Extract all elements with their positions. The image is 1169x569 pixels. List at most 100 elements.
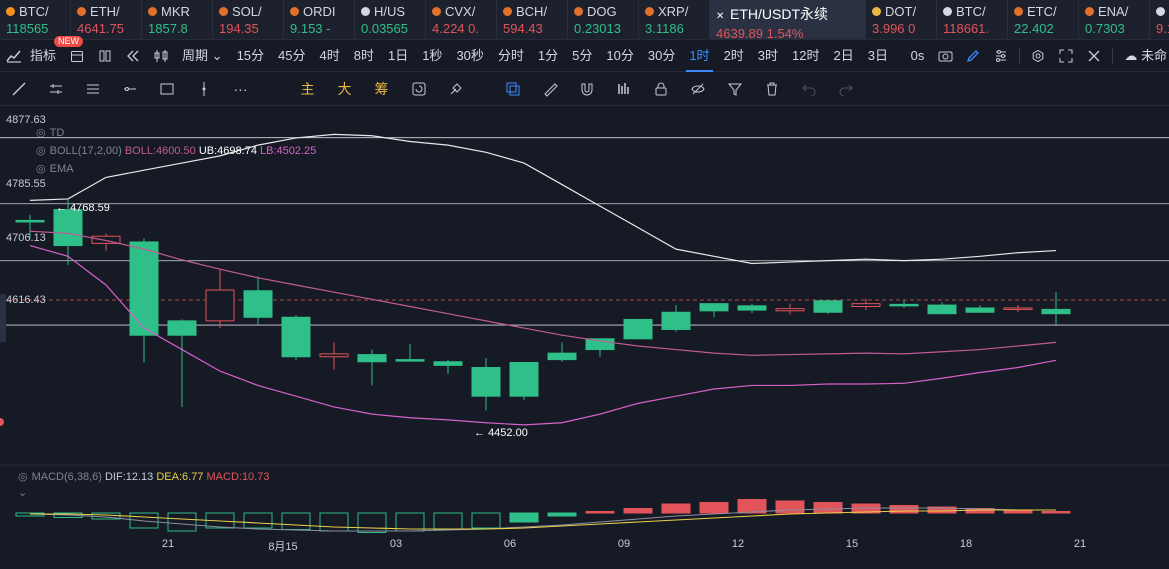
copy-layers-icon[interactable]	[494, 72, 531, 106]
interval-button[interactable]: 4时	[313, 40, 347, 72]
filter-icon[interactable]	[716, 72, 753, 106]
trash-icon[interactable]	[753, 72, 790, 106]
ticker-item[interactable]: ETH/4641.75	[71, 0, 142, 39]
td-label: TD	[49, 127, 65, 139]
interval-button[interactable]: 分时	[491, 40, 531, 72]
interval-button[interactable]: 5分	[565, 40, 599, 72]
interval-button[interactable]: 12时	[785, 40, 826, 72]
candle-body	[661, 311, 691, 330]
interval-button[interactable]: 10分	[599, 40, 640, 72]
period-dropdown[interactable]: 周期 ⌄	[175, 40, 230, 72]
ticker-item[interactable]: OR9.157	[1150, 0, 1169, 39]
candle-body	[965, 307, 995, 313]
ema-legend[interactable]: ◎ EMA	[36, 162, 73, 175]
ticker-item[interactable]: XRP/3.1186	[639, 0, 710, 39]
redo-icon[interactable]	[827, 72, 864, 106]
boll-name: BOLL(17,2,00)	[49, 145, 122, 157]
new-badge: NEW	[54, 35, 83, 47]
rectangle-icon[interactable]	[148, 72, 185, 106]
overlay-mode-button[interactable]: 大	[326, 79, 363, 99]
candlestick-type-icon[interactable]	[147, 40, 175, 72]
replay-icon[interactable]	[400, 72, 437, 106]
channel-icon[interactable]	[74, 72, 111, 106]
macd-legend[interactable]: ◎ MACD(6,38,6) DIF:12.13 DEA:6.77 MACD:10…	[18, 470, 269, 483]
ticker-item[interactable]: CVX/4.224 0.	[426, 0, 497, 39]
interval-button[interactable]: 3时	[751, 40, 785, 72]
interval-button[interactable]: 3日	[861, 40, 895, 72]
ticker-item[interactable]: BTC/118661.	[937, 0, 1008, 39]
ticker-item[interactable]: DOT/3.996 0	[866, 0, 937, 39]
ticker-item[interactable]: MKR 1857.8	[142, 0, 213, 39]
boll-mid-value: BOLL:4600.50	[124, 145, 196, 157]
pencil-icon[interactable]	[959, 40, 987, 72]
overlay-mode-button[interactable]: 主	[289, 79, 326, 99]
close-icon[interactable]	[1080, 40, 1108, 72]
ticker-item[interactable]: BCH/594.43	[497, 0, 568, 39]
left-edge-marker	[0, 418, 4, 426]
time-axis-label: 06	[503, 538, 517, 550]
ticker-price: 22.402	[1014, 21, 1054, 36]
chart-toolbar: 指标 NEW 周期 ⌄ 15分 45分 4时 8时 1日 1秒 30秒 分时 1分 5分 10分 30…	[0, 35, 1169, 72]
interval-button[interactable]: 30分	[641, 40, 682, 72]
brush-icon[interactable]	[437, 72, 474, 106]
overlay-mode-button[interactable]: 筹	[363, 79, 400, 99]
ticker-symbol: ETC/	[1027, 4, 1057, 19]
parallel-lines-icon[interactable]	[37, 72, 74, 106]
eye-icon[interactable]: ◎	[36, 163, 46, 175]
interval-button[interactable]: 2时	[717, 40, 751, 72]
high-annotation: ← 4768.59	[56, 202, 110, 214]
interval-button[interactable]: 2日	[827, 40, 861, 72]
seconds-toggle[interactable]: 0s	[904, 40, 932, 72]
ticker-item[interactable]: BTC/118565	[0, 0, 71, 39]
interval-button[interactable]: 1时	[682, 40, 716, 72]
ticker-item[interactable]: ✕ ETH/USDT永续 4639.89 1.54%	[710, 0, 866, 39]
high-value: 4768.59	[70, 202, 110, 214]
interval-button[interactable]: 1秒	[415, 40, 449, 72]
ticker-item[interactable]: H/US 0.03565	[355, 0, 426, 39]
interval-button[interactable]: 30秒	[449, 40, 490, 72]
ticker-item[interactable]: SOL/194.35	[213, 0, 284, 39]
indicator-icon[interactable]	[0, 40, 28, 72]
undo-icon[interactable]	[790, 72, 827, 106]
layout-grid-icon[interactable]	[91, 40, 119, 72]
macd-collapse-icon[interactable]: ⌄	[18, 486, 27, 499]
vertical-line-icon[interactable]	[185, 72, 222, 106]
camera-icon[interactable]	[931, 40, 959, 72]
eye-icon[interactable]: ◎	[36, 127, 46, 139]
td-legend[interactable]: ◎ TD	[36, 126, 64, 139]
ticker-item[interactable]: DOG 0.23013	[568, 0, 639, 39]
interval-button[interactable]: 8时	[347, 40, 381, 72]
lock-icon[interactable]	[642, 72, 679, 106]
more-tools-icon[interactable]: ···	[222, 72, 259, 106]
boll-legend[interactable]: ◎ BOLL(17,2,00) BOLL:4600.50 UB:4698.74 L…	[36, 144, 316, 157]
interval-button[interactable]: 1日	[381, 40, 415, 72]
trend-line-icon[interactable]	[0, 72, 37, 106]
ticker-symbol: BTC/	[956, 4, 986, 19]
hide-drawings-icon[interactable]	[679, 72, 716, 106]
ticker-item[interactable]: ETC/22.402	[1008, 0, 1079, 39]
horizontal-ray-icon[interactable]	[111, 72, 148, 106]
ticker-item[interactable]: ENA/0.7303	[1079, 0, 1150, 39]
interval-button[interactable]: 15分	[230, 40, 271, 72]
magnet-icon[interactable]	[568, 72, 605, 106]
interval-list: 15分 45分 4时 8时 1日 1秒 30秒 分时 1分 5分 10分 30分 1时 2时 3时 12时 2日…	[230, 40, 895, 72]
fullscreen-icon[interactable]	[1052, 40, 1080, 72]
macd-bar	[281, 512, 311, 530]
bar-pattern-icon[interactable]	[605, 72, 642, 106]
rewind-icon[interactable]	[119, 40, 147, 72]
cloud-save-button[interactable]: ☁ 未命	[1117, 40, 1169, 72]
interval-button[interactable]: 45分	[271, 40, 312, 72]
gear-icon[interactable]	[1024, 40, 1052, 72]
ruler-icon[interactable]	[531, 72, 568, 106]
sliders-icon[interactable]	[987, 40, 1015, 72]
price-chart[interactable]: 4877.63 4785.55 4706.13 4616.43 ◎ TD ◎ BOL…	[0, 106, 1169, 569]
eye-icon[interactable]: ◎	[18, 471, 28, 483]
eye-icon[interactable]: ◎	[36, 145, 46, 157]
macd-bar	[509, 512, 539, 523]
price-label-0: 4877.63	[6, 114, 46, 126]
interval-button[interactable]: 1分	[531, 40, 565, 72]
ticker-item[interactable]: ORDI 9.153 -	[284, 0, 355, 39]
indicator-button[interactable]: 指标 NEW	[28, 35, 83, 72]
chart-canvas[interactable]	[0, 106, 1169, 569]
coin-icon	[361, 7, 370, 16]
